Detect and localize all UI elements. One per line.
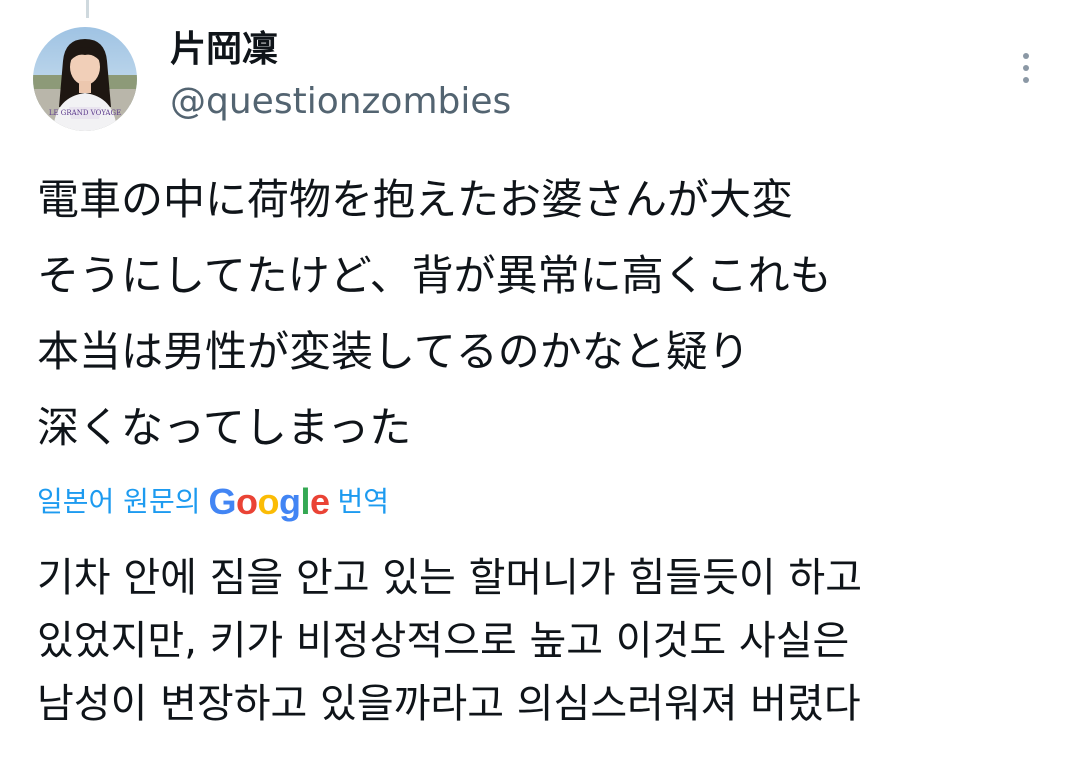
- tweet-text: 電車の中に荷物を抱えたお婆さんが大変 そうにしてたけど、背が異常に高くこれも 本…: [37, 162, 1047, 466]
- thread-connector-line: [86, 0, 89, 18]
- tweet-text-line: 電車の中に荷物を抱えたお婆さんが大変: [37, 175, 794, 224]
- translated-text-line: 있었지만, 키가 비정상적으로 높고 이것도 사실은: [37, 618, 850, 664]
- avatar[interactable]: LE GRAND VOYAGE: [33, 27, 137, 131]
- translated-text: 기차 안에 짐을 안고 있는 할머니가 힘들듯이 하고 있었지만, 키가 비정상…: [37, 547, 1047, 736]
- author-display-name[interactable]: 片岡凜: [170, 28, 278, 72]
- more-options-button[interactable]: [1008, 44, 1044, 92]
- google-logo: Google: [208, 481, 330, 522]
- more-vertical-icon-dot: [1023, 65, 1029, 71]
- profile-photo-icon: LE GRAND VOYAGE: [33, 27, 137, 131]
- more-vertical-icon: [1023, 53, 1029, 59]
- tweet-text-line: 深くなってしまった: [37, 403, 412, 452]
- tweet-text-line: 本当は男性が変装してるのかなと疑り: [37, 327, 750, 376]
- more-vertical-icon-dot: [1023, 77, 1029, 83]
- author-handle[interactable]: @questionzombies: [170, 80, 511, 124]
- translation-label-prefix: 일본어 원문의: [37, 485, 201, 518]
- translated-text-line: 기차 안에 짐을 안고 있는 할머니가 힘들듯이 하고: [37, 555, 863, 601]
- translated-text-line: 남성이 변장하고 있을까라고 의심스러워져 버렸다: [37, 681, 861, 727]
- avatar-shirt-text: LE GRAND VOYAGE: [49, 109, 121, 117]
- translation-attribution-link[interactable]: 일본어 원문의 Google 번역: [37, 480, 389, 524]
- translation-label-suffix: 번역: [337, 485, 390, 518]
- tweet-text-line: そうにしてたけど、背が異常に高くこれも: [37, 251, 832, 300]
